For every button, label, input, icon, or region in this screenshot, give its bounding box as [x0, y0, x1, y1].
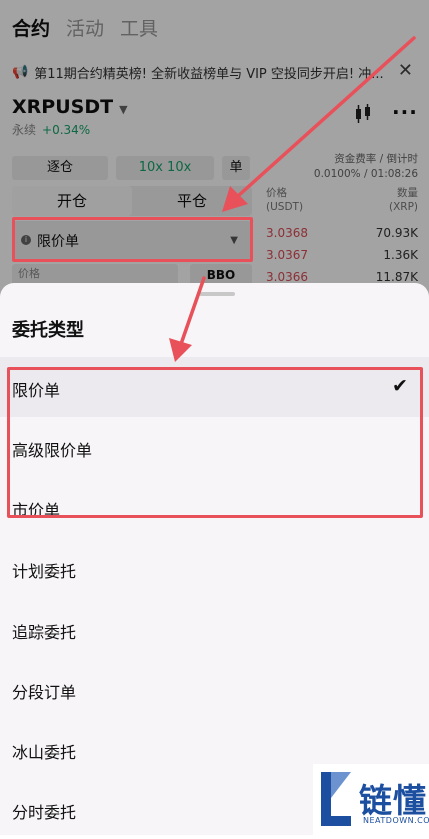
watermark: 链懂 NEATDOWN.COM	[313, 764, 429, 835]
watermark-cn: 链懂	[359, 781, 427, 820]
watermark-en: NEATDOWN.COM	[363, 816, 429, 825]
annotation-arrows	[169, 36, 416, 362]
annotation-arrow-2	[169, 276, 206, 362]
annotation-arrow-1	[222, 36, 416, 212]
neatdown-logo-icon	[321, 772, 351, 826]
